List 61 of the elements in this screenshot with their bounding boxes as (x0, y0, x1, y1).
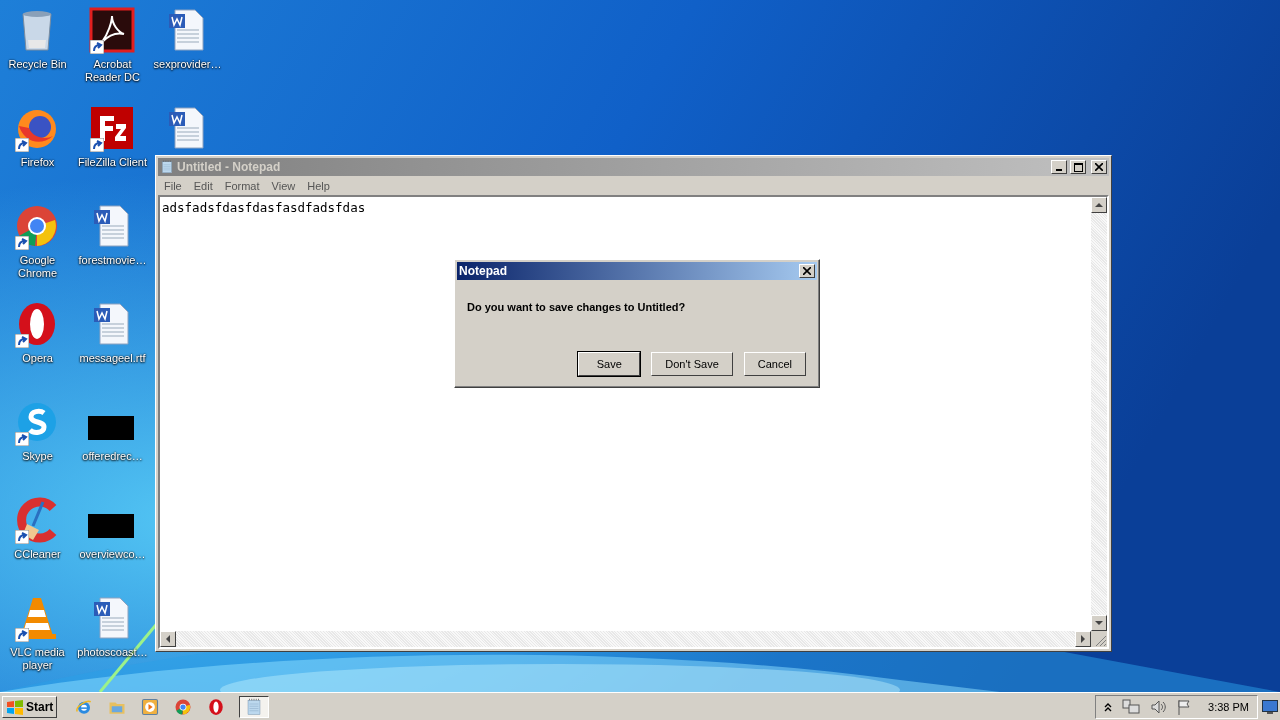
desktop-icon-label[interactable]: Recycle Bin (8, 58, 67, 71)
desktop-icon-label[interactable]: Acrobat Reader DC (75, 58, 150, 84)
blacked-out-icon (87, 514, 134, 538)
desktop-icon-label[interactable]: messageel.rtf (79, 352, 146, 365)
desktop-icon-label[interactable]: Opera (22, 352, 53, 365)
resize-grip-icon[interactable] (1091, 631, 1107, 647)
globe-e-icon (75, 697, 94, 716)
minimize-button[interactable] (1051, 160, 1067, 174)
left-arrow-icon (164, 635, 172, 643)
desktop-icon-label[interactable]: FileZilla Client (77, 156, 148, 169)
desktop-icon-label[interactable]: CCleaner (14, 548, 61, 561)
close-button[interactable] (799, 264, 815, 278)
maximize-icon (1073, 162, 1083, 172)
document-text: adsfadsfdasfdasfasdfadsfdas (162, 200, 366, 215)
dialog-message: Do you want to save changes to Untitled? (467, 301, 687, 313)
network-icon[interactable] (1122, 698, 1141, 715)
desktop-icon-label[interactable]: Firefox (20, 156, 55, 169)
desktop-icon-label[interactable]: sexprovider… (153, 58, 222, 71)
desktop-icon-label[interactable]: VLC media player (0, 646, 75, 672)
close-icon (1095, 163, 1103, 171)
close-icon (803, 267, 811, 275)
dialog-button[interactable]: Cancel (743, 352, 806, 376)
notepad-icon (160, 160, 174, 174)
menu-item[interactable]: Edit (187, 179, 219, 192)
menu-item[interactable]: Help (301, 179, 336, 192)
clock[interactable]: 3:38 PM (1208, 700, 1249, 713)
windows-flag-icon (6, 698, 24, 715)
dialog-button[interactable]: Don't Save (651, 352, 733, 376)
blacked-out-icon (87, 416, 134, 440)
scroll-up-button[interactable] (1091, 197, 1107, 213)
menu-item[interactable]: File (158, 179, 188, 192)
up-arrow-icon (1095, 201, 1103, 209)
down-arrow-icon (1095, 619, 1103, 627)
notepad-icon (245, 697, 264, 716)
start-button[interactable]: Start (2, 695, 58, 718)
menu-item[interactable]: Format (218, 179, 266, 192)
horizontal-scrollbar[interactable] (160, 631, 1091, 647)
window-title: Untitled - Notepad (177, 160, 282, 174)
chevron-up-icon[interactable] (1104, 701, 1113, 712)
menu-item[interactable]: View (265, 179, 302, 192)
ribbon-logo-icon (87, 6, 136, 54)
right-arrow-icon (1079, 635, 1087, 643)
play-icon (141, 697, 160, 716)
speaker-icon[interactable] (1150, 698, 1167, 715)
desktop-icon-label[interactable]: Skype (22, 450, 53, 463)
dialog-title: Notepad (459, 264, 508, 278)
maximize-button[interactable] (1070, 160, 1086, 174)
scroll-down-button[interactable] (1091, 615, 1107, 631)
show-desktop-icon[interactable] (1262, 699, 1278, 714)
flag-icon[interactable] (1176, 698, 1193, 715)
dialog-button[interactable]: Save (578, 352, 641, 376)
circle-logo-icon (174, 697, 193, 716)
scroll-right-button[interactable] (1075, 631, 1091, 647)
desktop-icon-label[interactable]: Google Chrome (0, 254, 75, 280)
close-button[interactable] (1091, 160, 1107, 174)
desktop-icon-label[interactable]: forestmovie… (78, 254, 147, 267)
ring-logo-icon (207, 697, 226, 716)
taskbar-button[interactable] (239, 695, 270, 718)
scroll-left-button[interactable] (160, 631, 176, 647)
desktop-icon-label[interactable]: photoscoast… (77, 646, 148, 659)
vertical-scrollbar[interactable] (1091, 197, 1107, 631)
